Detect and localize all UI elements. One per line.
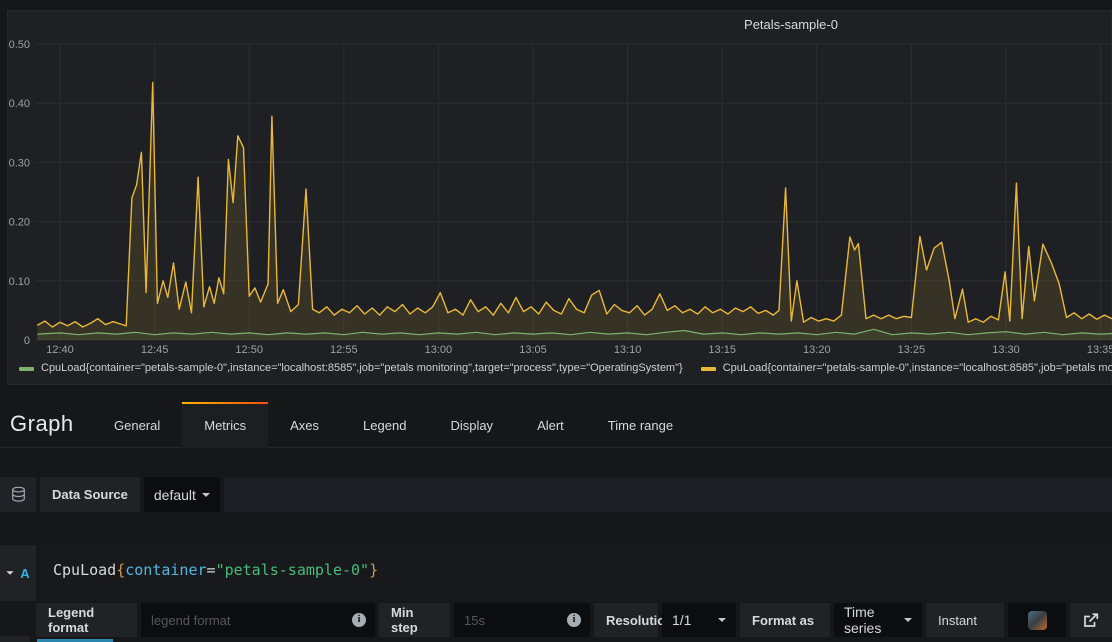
query-token-brace: } bbox=[369, 561, 378, 579]
y-tick-label: 0.20 bbox=[9, 217, 30, 229]
resolution-select[interactable]: 1/1 bbox=[662, 603, 736, 637]
resolution-label: Resolution bbox=[594, 603, 658, 637]
datasource-select[interactable]: default bbox=[144, 477, 220, 512]
x-tick-label: 12:40 bbox=[46, 344, 74, 356]
chevron-down-icon bbox=[904, 618, 912, 622]
query-token-label: container bbox=[125, 561, 206, 579]
instant-label: Instant bbox=[926, 603, 1004, 637]
x-tick-label: 13:35 bbox=[1087, 344, 1112, 356]
tab-general[interactable]: General bbox=[92, 402, 182, 448]
x-tick-label: 13:10 bbox=[614, 344, 642, 356]
query-ref-id: A bbox=[20, 566, 29, 581]
info-icon[interactable]: i bbox=[567, 613, 581, 627]
legend-format-input[interactable] bbox=[141, 603, 352, 637]
legend-series-label: CpuLoad{container="petals-sample-0",inst… bbox=[723, 362, 1112, 374]
legend-series-marker bbox=[701, 367, 716, 371]
tab-label: Display bbox=[450, 418, 493, 433]
legend-entry-green[interactable]: CpuLoad{container="petals-sample-0",inst… bbox=[19, 362, 683, 374]
x-tick-label: 13:05 bbox=[519, 344, 547, 356]
x-tick-label: 12:50 bbox=[235, 344, 263, 356]
tab-alert[interactable]: Alert bbox=[515, 402, 586, 448]
tabs: General Metrics Axes Legend Display Aler… bbox=[92, 402, 695, 448]
x-tick-label: 13:15 bbox=[708, 344, 736, 356]
query-token-brace: { bbox=[116, 561, 125, 579]
tab-metrics[interactable]: Metrics bbox=[182, 402, 268, 448]
active-tab-accent bbox=[182, 402, 268, 404]
resolution-value: 1/1 bbox=[672, 612, 691, 628]
collapse-caret-icon[interactable] bbox=[7, 571, 14, 575]
tab-time-range[interactable]: Time range bbox=[586, 402, 695, 448]
tab-label: Axes bbox=[290, 418, 319, 433]
tab-display[interactable]: Display bbox=[428, 402, 515, 448]
editor-tabs-bar: Graph General Metrics Axes Legend Displa… bbox=[0, 400, 1112, 448]
x-tick-label: 13:25 bbox=[898, 344, 926, 356]
tab-label: Time range bbox=[608, 418, 673, 433]
x-tick-label: 12:45 bbox=[141, 344, 169, 356]
page-title: Graph bbox=[10, 411, 74, 437]
instant-checkbox[interactable] bbox=[1028, 611, 1047, 630]
x-tick-label: 12:55 bbox=[330, 344, 358, 356]
database-icon bbox=[10, 486, 27, 503]
tab-label: General bbox=[114, 418, 160, 433]
query-options-row: Legend format i Min step i Resolution 1/… bbox=[0, 603, 1112, 637]
x-tick-label: 13:00 bbox=[425, 344, 453, 356]
tab-label: Metrics bbox=[204, 418, 246, 433]
chart-legend: CpuLoad{container="petals-sample-0",inst… bbox=[19, 362, 1112, 374]
x-tick-label: 13:20 bbox=[803, 344, 831, 356]
cpu-chart[interactable]: 0 0.10 0.20 0.30 0.40 0.50 12:40 12:45 12:50 12:5… bbox=[0, 0, 1112, 400]
grafana-panel-editor: Petals-sample-0 00.100.200.300.400.5012:… bbox=[0, 0, 1112, 642]
legend-series-label: CpuLoad{container="petals-sample-0",inst… bbox=[41, 362, 683, 374]
format-as-select[interactable]: Time series bbox=[834, 603, 922, 637]
legend-entry-yellow[interactable]: CpuLoad{container="petals-sample-0",inst… bbox=[701, 362, 1112, 374]
y-tick-label: 0.30 bbox=[9, 157, 30, 169]
y-tick-label: 0.50 bbox=[9, 39, 30, 51]
datasource-label: Data Source bbox=[40, 477, 140, 512]
chevron-down-icon bbox=[202, 493, 210, 497]
query-gutter[interactable]: A bbox=[0, 545, 36, 601]
instant-checkbox-cell bbox=[1008, 603, 1066, 637]
legend-series-marker bbox=[19, 367, 34, 371]
tab-label: Alert bbox=[537, 418, 564, 433]
query-editor[interactable]: CpuLoad{container="petals-sample-0"} bbox=[40, 545, 1112, 601]
info-icon[interactable]: i bbox=[352, 613, 366, 627]
format-as-label: Format as bbox=[740, 603, 830, 637]
tab-label: Legend bbox=[363, 418, 406, 433]
datasource-icon-cell bbox=[0, 477, 36, 512]
query-row: A CpuLoad{container="petals-sample-0"} bbox=[0, 545, 1112, 601]
min-step-label: Min step bbox=[379, 603, 450, 637]
tab-legend[interactable]: Legend bbox=[341, 402, 428, 448]
y-tick-label: 0.10 bbox=[9, 276, 30, 288]
query-token-plain: = bbox=[207, 561, 216, 579]
y-tick-label: 0.40 bbox=[9, 98, 30, 110]
chevron-down-icon bbox=[718, 618, 726, 622]
datasource-row-filler bbox=[224, 477, 1112, 512]
tab-axes[interactable]: Axes bbox=[268, 402, 341, 448]
format-as-value: Time series bbox=[844, 604, 904, 636]
min-step-input[interactable] bbox=[454, 603, 567, 637]
external-link-button[interactable] bbox=[1070, 603, 1112, 637]
external-link-icon bbox=[1083, 613, 1099, 628]
x-tick-label: 13:30 bbox=[992, 344, 1020, 356]
query-token-plain: CpuLoad bbox=[53, 561, 116, 579]
legend-format-field: i bbox=[141, 603, 375, 637]
min-step-field: i bbox=[454, 603, 590, 637]
next-query-row-gutter bbox=[0, 636, 30, 642]
datasource-row: Data Source default bbox=[0, 477, 1112, 512]
query-token-string: "petals-sample-0" bbox=[216, 561, 370, 579]
legend-format-label: Legend format bbox=[36, 603, 137, 637]
y-tick-label: 0 bbox=[24, 335, 30, 347]
series-area bbox=[37, 83, 1112, 341]
datasource-value: default bbox=[154, 487, 196, 503]
